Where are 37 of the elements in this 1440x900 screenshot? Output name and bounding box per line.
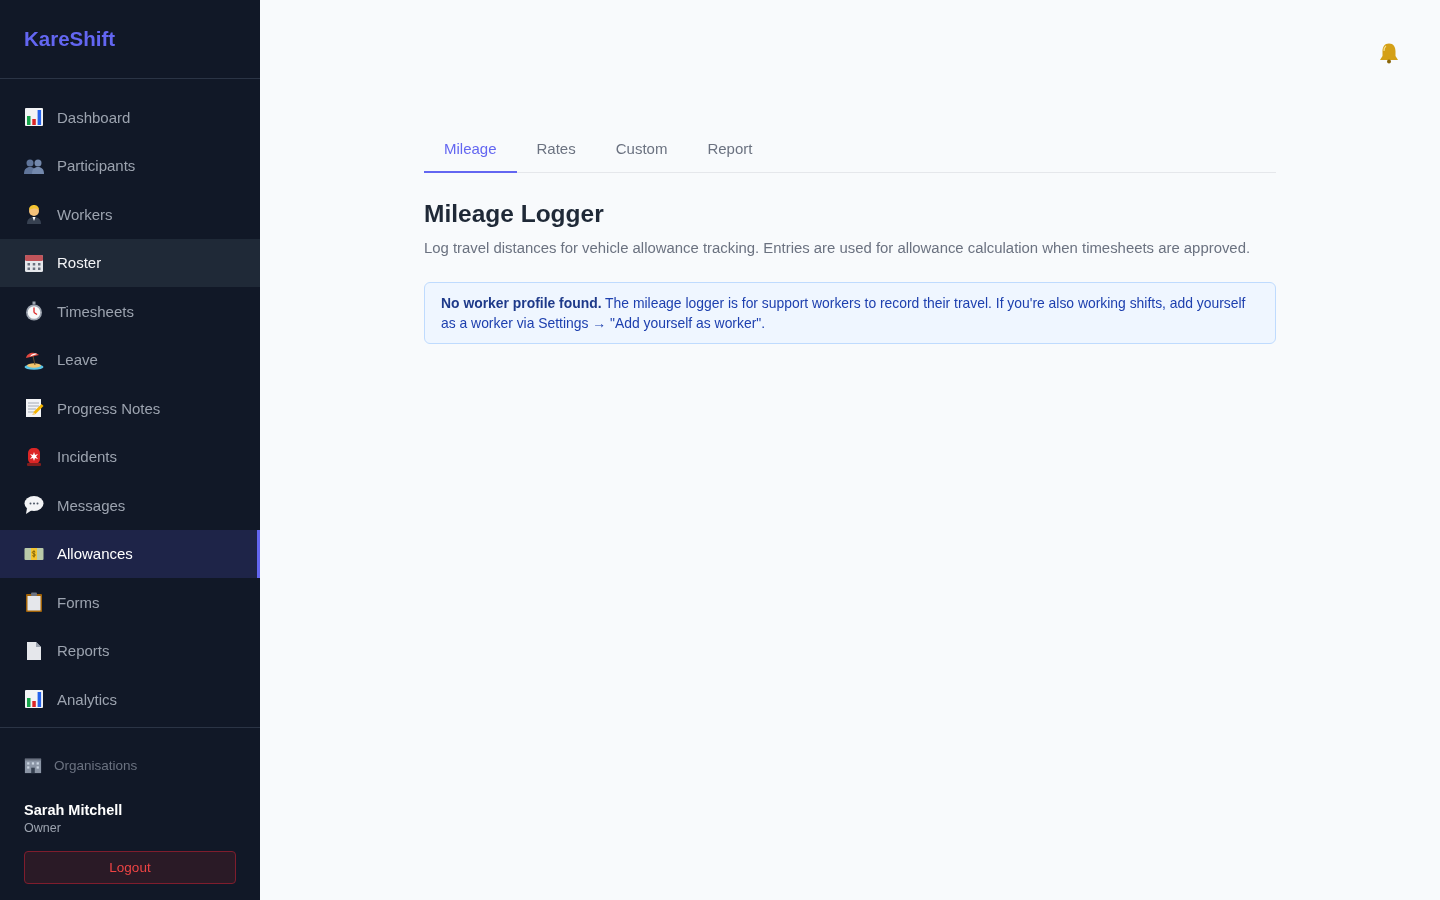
bar-chart-icon <box>24 107 44 128</box>
nav-item[interactable]: Messages <box>0 481 260 530</box>
page-title: Mileage Logger <box>424 199 605 229</box>
page-description: Log travel distances for vehicle allowance tracking. Entries are used for allowance calculation when timesheets are approved. <box>424 239 1252 258</box>
stopwatch-icon <box>24 301 44 322</box>
person-icon <box>24 204 44 225</box>
tab[interactable]: Rates <box>516 128 596 173</box>
nav-item[interactable]: Leave <box>0 335 260 384</box>
clipboard-icon <box>24 592 44 613</box>
document-icon <box>24 640 44 661</box>
nav-item[interactable]: Analytics <box>0 675 260 724</box>
nav-item[interactable]: Workers <box>0 190 260 239</box>
notification-bell-icon[interactable] <box>1378 42 1400 64</box>
nav-item[interactable]: Forms <box>0 578 260 627</box>
user-name: Sarah Mitchell <box>24 801 123 820</box>
nav-item[interactable]: Roster <box>0 238 260 287</box>
nav-item[interactable]: Progress Notes <box>0 384 260 433</box>
nav-item[interactable]: Dashboard <box>0 93 260 142</box>
tab[interactable]: Mileage <box>424 128 517 173</box>
calendar-icon <box>24 252 44 273</box>
nav-item[interactable]: Reports <box>0 626 260 675</box>
speech-bubble-icon <box>24 495 44 516</box>
nav-item[interactable]: Allowances <box>0 529 260 578</box>
app-logo: KareShift <box>24 27 116 51</box>
building-icon <box>24 756 42 774</box>
user-role: Owner <box>24 820 61 837</box>
memo-pencil-icon <box>24 398 44 419</box>
info-alert: No worker profile found. The mileage logger is for support workers to record their travel. If you're also working shifts, add yourself as a worker via Settings → "Add yourself as worker". <box>424 282 1276 344</box>
bar-chart-icon <box>24 689 44 710</box>
nav-item[interactable]: Participants <box>0 141 260 190</box>
nav-item[interactable]: Timesheets <box>0 287 260 336</box>
logout-button[interactable]: Logout <box>24 851 236 884</box>
tab[interactable]: Report <box>687 128 773 173</box>
organisations-link[interactable]: Organisations <box>24 752 138 778</box>
nav-item[interactable]: Incidents <box>0 432 260 481</box>
tab[interactable]: Custom <box>595 128 688 173</box>
siren-icon <box>24 446 44 467</box>
